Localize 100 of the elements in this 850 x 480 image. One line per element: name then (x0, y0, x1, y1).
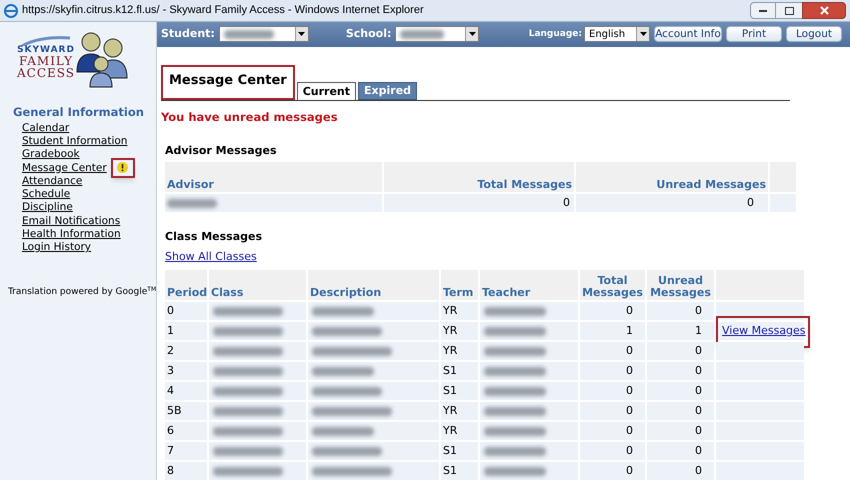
caret-icon (294, 27, 308, 42)
tab[interactable]: Current (296, 82, 356, 100)
redacted-text (484, 346, 546, 356)
table-cell: 0 (576, 194, 768, 212)
redacted-text (312, 446, 382, 456)
redacted-text (312, 366, 374, 376)
table-cell: 0 (647, 442, 714, 460)
redacted-text (484, 366, 546, 376)
unread-notice: You have unread messages (161, 109, 339, 126)
table-cell: YR (441, 402, 478, 420)
table-cell: 0 (647, 302, 714, 320)
view-messages-link[interactable]: View Messages (722, 322, 806, 340)
table-cell: 0 (580, 422, 645, 440)
sidebar-link[interactable]: Attendance (22, 176, 82, 186)
sidebar-link[interactable]: Gradebook (22, 149, 80, 160)
redacted-text (213, 366, 283, 376)
table-cell: 1 (647, 322, 714, 340)
maximize-button[interactable] (776, 2, 802, 19)
redacted-text (484, 306, 546, 316)
redacted-text (213, 306, 283, 316)
table-cell: 3 (165, 362, 207, 380)
column-header: Class (209, 270, 306, 300)
redacted-text (167, 198, 217, 208)
window-title: https://skyfin.citrus.k12.fl.us/ - Skyward Family Access - Windows Internet Explorer (22, 3, 425, 18)
dropdown[interactable] (218, 26, 309, 42)
browser-icon (4, 4, 18, 18)
table-cell: 0 (647, 462, 714, 480)
redacted-text (312, 426, 374, 436)
table-cell: 1 (165, 322, 207, 340)
table-cell: YR (441, 422, 478, 440)
school-label: School: (346, 26, 392, 42)
table-cell: S1 (441, 462, 478, 480)
sidebar-link[interactable]: Student Information (22, 136, 128, 146)
close-button[interactable] (802, 2, 846, 19)
toolbar-button[interactable]: Account Info (654, 26, 722, 42)
maximize-icon (784, 6, 794, 14)
table-cell: 0 (647, 422, 714, 440)
table-cell: 4 (165, 382, 207, 400)
logo-drawing: SKYWARD FAMILY ACCESS (17, 36, 76, 79)
toolbar-button[interactable]: Print (726, 26, 782, 42)
minimize-button[interactable] (750, 2, 776, 19)
sidebar-link[interactable]: Health Information (22, 229, 121, 240)
redacted-text (484, 406, 546, 416)
dropdown[interactable] (395, 26, 480, 42)
table-cell: 5B (165, 402, 207, 420)
redacted-text (224, 30, 274, 39)
sidebar-link[interactable]: Calendar (22, 122, 70, 134)
translation-credit: Translation powered by Google$^{TM}$ (8, 287, 156, 298)
sidebar-link[interactable]: Email Notifications (22, 216, 120, 226)
column-header: Term (441, 270, 478, 300)
tab[interactable]: Expired (358, 82, 418, 100)
table-cell: 0 (647, 362, 714, 380)
table-cell: YR (441, 302, 478, 320)
column-header: Description (308, 270, 439, 300)
redacted-text (312, 306, 374, 316)
column-header: Total Messages (580, 270, 645, 300)
sidebar-link[interactable]: Message Center (22, 162, 107, 174)
table-cell: 6 (165, 422, 207, 440)
table-cell: 0 (580, 342, 645, 360)
table-cell: 7 (165, 442, 207, 460)
caret-icon (465, 27, 478, 42)
sidebar-link[interactable]: Schedule (22, 189, 70, 200)
column-header: Teacher (480, 270, 578, 300)
redacted-text (484, 466, 546, 476)
redacted-text (484, 426, 546, 436)
table-cell: 0 (580, 382, 645, 400)
table-cell: 2 (165, 342, 207, 360)
table-cell: S1 (441, 442, 478, 460)
table-cell: 0 (580, 462, 645, 480)
dropdown[interactable]: English (584, 26, 650, 42)
table-cell: 0 (165, 302, 207, 320)
section-title: Class Messages (165, 230, 263, 243)
redacted-text (312, 386, 382, 396)
section-title: Advisor Messages (165, 142, 278, 158)
language-label: Language: (528, 28, 582, 41)
redacted-text (213, 386, 283, 396)
redacted-text (213, 406, 283, 416)
dropdown-value: English (589, 28, 626, 42)
student-label: Student: (161, 26, 215, 42)
alert-icon (117, 162, 128, 174)
table-cell: YR (441, 342, 478, 360)
redacted-text (213, 326, 283, 336)
toolbar-button[interactable]: Logout (786, 26, 842, 42)
redacted-text (213, 466, 283, 476)
column-header: Unread Messages (647, 270, 714, 300)
column-header: Unread Messages (576, 162, 768, 192)
table-cell: 8 (165, 462, 207, 480)
table-cell: 1 (580, 322, 645, 340)
table-cell: 0 (580, 402, 645, 420)
sidebar-link[interactable]: Discipline (22, 202, 73, 213)
show-all-classes-link[interactable]: Show All Classes (165, 250, 257, 263)
table-cell: 0 (647, 402, 714, 420)
table-cell: S1 (441, 382, 478, 400)
redacted-text (213, 426, 283, 436)
table-cell: S1 (441, 362, 478, 380)
table-cell: 0 (580, 442, 645, 460)
table-cell: 0 (580, 302, 645, 320)
column-header: Period (165, 270, 207, 300)
column-header: Advisor (165, 162, 382, 192)
sidebar-link[interactable]: Login History (22, 242, 92, 253)
